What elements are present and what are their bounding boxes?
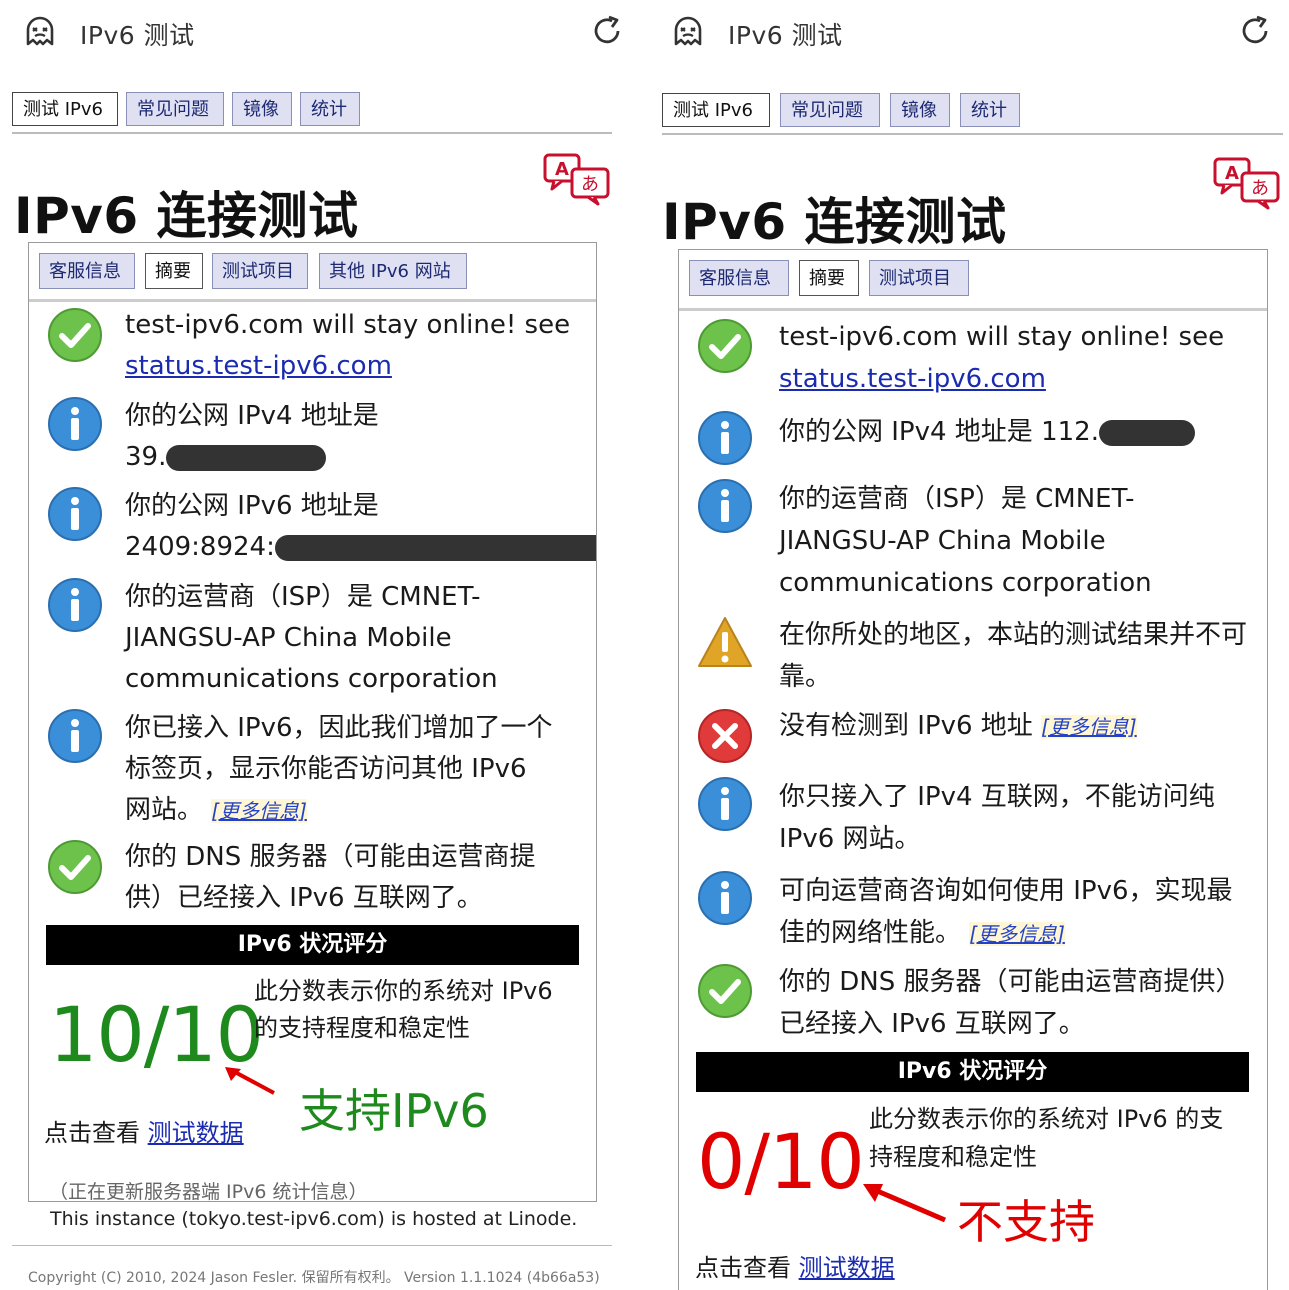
right-screenshot-panel: IPv6 测试 测试 IPv6 常见问题 镜像 统计 A あ IPv6 连接测试…: [650, 0, 1289, 1290]
reload-icon[interactable]: [590, 14, 624, 48]
tab-faq[interactable]: 常见问题: [780, 93, 880, 127]
annotation-label: 支持IPv6: [299, 1084, 489, 1138]
warning-icon: [698, 617, 752, 667]
more-info-link[interactable]: [更多信息]: [969, 922, 1065, 946]
app-header: IPv6 测试: [650, 8, 1289, 52]
score-description: 此分数表示你的系统对 IPv6 的支持程度和稳定性: [869, 1105, 1224, 1171]
isp-info: 你的运营商（ISP）是 CMNET-JIANGSU-AP China Mobil…: [779, 484, 1152, 598]
stats-updating-note: （正在更新服务器端 IPv6 统计信息）: [49, 1181, 368, 1202]
subtab-summary[interactable]: 摘要: [799, 260, 859, 296]
check-icon: [48, 840, 102, 894]
test-data-prefix: 点击查看: [44, 1119, 140, 1147]
results-subtabs: 客服信息 摘要 测试项目 其他 IPv6 网站: [29, 243, 596, 302]
subtab-tests[interactable]: 测试项目: [212, 253, 308, 289]
app-title: IPv6 测试: [728, 21, 843, 50]
info-icon: [48, 709, 102, 763]
annotation-label: 不支持: [957, 1195, 1095, 1249]
translate-icon[interactable]: A あ: [542, 152, 612, 206]
tab-mirrors[interactable]: 镜像: [232, 92, 292, 126]
check-icon: [698, 319, 752, 373]
redaction-mark: [1098, 419, 1195, 446]
app-header: IPv6 测试: [0, 8, 650, 52]
ipv4-label: 你的公网 IPv4 地址是: [125, 401, 379, 431]
svg-text:A: A: [1225, 163, 1239, 184]
score-header: IPv6 状况评分: [696, 1052, 1249, 1092]
redaction-mark: [166, 444, 327, 471]
more-info-link[interactable]: [更多信息]: [1041, 715, 1137, 739]
test-data-prefix: 点击查看: [695, 1254, 791, 1282]
subtab-tests[interactable]: 测试项目: [869, 260, 969, 296]
svg-text:あ: あ: [1251, 178, 1269, 199]
ghost-icon: [26, 16, 54, 46]
status-message: test-ipv6.com will stay online! see: [125, 310, 571, 340]
score-header: IPv6 状况评分: [46, 925, 579, 965]
info-icon: [698, 777, 752, 831]
ipv4-value: 39.: [125, 442, 167, 472]
main-nav: 测试 IPv6 常见问题 镜像 统计: [662, 93, 1283, 135]
dns-info: 你的 DNS 服务器（可能由运营商提供）已经接入 IPv6 互联网了。: [125, 842, 536, 913]
test-data-line: 点击查看 测试数据: [44, 1113, 244, 1148]
tab-stats[interactable]: 统计: [960, 93, 1020, 127]
tab-faq[interactable]: 常见问题: [126, 92, 224, 126]
subtab-support-info[interactable]: 客服信息: [39, 253, 135, 289]
svg-text:あ: あ: [581, 174, 599, 195]
status-link[interactable]: status.test-ipv6.com: [779, 364, 1046, 394]
tab-mirrors[interactable]: 镜像: [890, 93, 950, 127]
hosted-info: This instance (tokyo.test-ipv6.com) is h…: [50, 1208, 578, 1230]
svg-text:A: A: [555, 159, 569, 180]
tab-test-ipv6[interactable]: 测试 IPv6: [12, 92, 118, 126]
translate-icon[interactable]: A あ: [1212, 156, 1282, 210]
main-nav: 测试 IPv6 常见问题 镜像 统计: [12, 92, 612, 134]
info-icon: [698, 871, 752, 925]
redaction-mark: [274, 534, 596, 561]
page-title: IPv6 连接测试: [662, 193, 1007, 251]
info-icon: [698, 479, 752, 533]
ipv6-tab-note: 你已接入 IPv6，因此我们增加了一个标签页，显示你能否访问其他 IPv6 网站…: [125, 713, 553, 825]
results-subtabs: 客服信息 摘要 测试项目: [679, 250, 1267, 311]
app-title: IPv6 测试: [80, 21, 195, 50]
test-data-link[interactable]: 测试数据: [799, 1254, 895, 1282]
page-title: IPv6 连接测试: [14, 187, 359, 245]
footer-copyright: Copyright (C) 2010, 2024 Jason Fesler. 保…: [28, 1270, 600, 1286]
info-icon: [48, 397, 102, 451]
ipv4-only-info: 你只接入了 IPv4 互联网，不能访问纯 IPv6 网站。: [779, 782, 1215, 854]
more-info-link[interactable]: [更多信息]: [211, 799, 307, 823]
footer-divider: [12, 1245, 612, 1246]
subtab-other-ipv6-sites[interactable]: 其他 IPv6 网站: [319, 253, 467, 289]
score-value: 0/10: [697, 1117, 865, 1206]
tab-test-ipv6[interactable]: 测试 IPv6: [662, 93, 770, 127]
subtab-summary[interactable]: 摘要: [145, 253, 203, 289]
results-box: 客服信息 摘要 测试项目 其他 IPv6 网站 test-ipv6.com wi…: [28, 242, 597, 1202]
arrow-annotation: [863, 1184, 946, 1223]
region-warning: 在你所处的地区，本站的测试结果并不可靠。: [779, 620, 1248, 692]
subtab-support-info[interactable]: 客服信息: [689, 260, 789, 296]
test-data-line: 点击查看 测试数据: [695, 1248, 895, 1283]
dns-info: 你的 DNS 服务器（可能由运营商提供）已经接入 IPv6 互联网了。: [779, 967, 1229, 1039]
ipv6-label: 你的公网 IPv6 地址是: [125, 491, 379, 521]
tab-stats[interactable]: 统计: [300, 92, 360, 126]
ghost-icon: [674, 16, 702, 46]
status-message: test-ipv6.com will stay online! see: [779, 322, 1225, 352]
status-link[interactable]: status.test-ipv6.com: [125, 351, 392, 381]
test-data-link[interactable]: 测试数据: [148, 1119, 244, 1147]
arrow-annotation: [225, 1067, 275, 1095]
ipv6-value: 2409:8924:: [125, 532, 275, 562]
error-icon: [698, 709, 752, 763]
info-icon: [698, 411, 752, 465]
results-box: 客服信息 摘要 测试项目 test-ipv6.com will stay onl…: [678, 249, 1268, 1290]
ipv4-info: 你的公网 IPv4 地址是 112.: [779, 417, 1099, 447]
left-screenshot-panel: IPv6 测试 测试 IPv6 常见问题 镜像 统计 A あ IPv6 连接测试…: [0, 0, 650, 1290]
reload-icon[interactable]: [1238, 14, 1272, 48]
no-ipv6-message: 没有检测到 IPv6 地址: [779, 711, 1033, 741]
check-icon: [698, 964, 752, 1018]
isp-info: 你的运营商（ISP）是 CMNET-JIANGSU-AP China Mobil…: [125, 582, 498, 694]
info-icon: [48, 578, 102, 632]
info-icon: [48, 487, 102, 541]
score-description: 此分数表示你的系统对 IPv6 的支持程度和稳定性: [254, 977, 553, 1042]
check-icon: [48, 308, 102, 362]
